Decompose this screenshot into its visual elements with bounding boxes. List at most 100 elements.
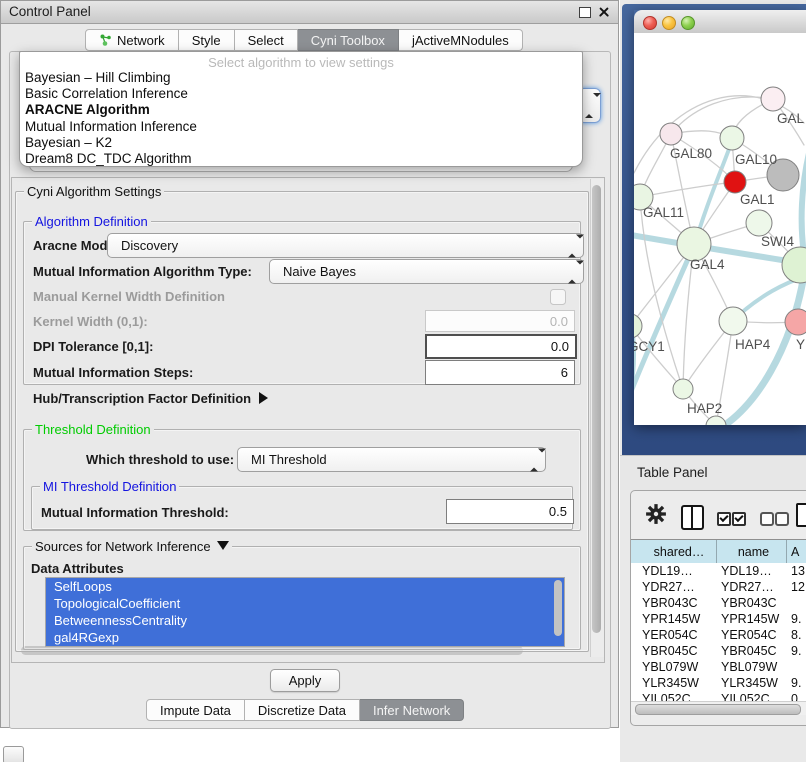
graph-node-gal10[interactable]: [720, 126, 744, 150]
table-cell: 9.: [787, 612, 806, 626]
control-panel-titlebar[interactable]: Control Panel: [1, 1, 618, 24]
table-row[interactable]: YPR145WYPR145W9.: [631, 611, 806, 627]
application-root: Control Panel Network Style SelectCyni Too…: [0, 0, 806, 762]
dropdown-prompt: Select algorithm to view settings: [20, 52, 582, 70]
header-cell-name[interactable]: name: [717, 540, 787, 564]
mi-threshold-field[interactable]: 0.5: [446, 499, 574, 524]
table-row[interactable]: YBR043CYBR043C: [631, 595, 806, 611]
graph-node-gal[interactable]: [761, 87, 785, 111]
dpi-tolerance-field[interactable]: 0.0: [425, 334, 577, 359]
table-panel-title: Table Panel: [637, 465, 708, 480]
mi-steps-value: 6: [561, 365, 568, 380]
graph-edge[interactable]: [640, 182, 735, 197]
network-window-titlebar[interactable]: [634, 10, 806, 34]
algorithm-option-mutual-information-inference[interactable]: Mutual Information Inference: [20, 119, 582, 135]
zoom-traffic-light-icon[interactable]: [681, 16, 695, 30]
split-table-icon[interactable]: [681, 505, 704, 530]
hub-definition-toggle[interactable]: Hub/Transcription Factor Definition: [33, 391, 268, 406]
algorithm-option-aracne-algorithm[interactable]: ARACNE Algorithm: [20, 102, 582, 118]
gear-icon[interactable]: [645, 503, 667, 530]
table-hscrollbar[interactable]: [631, 701, 806, 715]
table-row[interactable]: YIL052CYIL052C0.: [631, 691, 806, 701]
close-icon[interactable]: [598, 6, 610, 18]
graph-edge[interactable]: [802, 145, 806, 261]
table-row[interactable]: YBR045CYBR045C9.: [631, 643, 806, 659]
table-row[interactable]: YBL079WYBL079W: [631, 659, 806, 675]
attribute-item-betweennesscentrality[interactable]: BetweennessCentrality: [46, 612, 564, 629]
checked-boxes-icon[interactable]: [732, 512, 746, 526]
taskbar-mini-icon[interactable]: [3, 746, 24, 762]
header-cell-a[interactable]: A: [787, 540, 806, 564]
data-attributes-list[interactable]: SelfLoopsTopologicalCoefficientBetweenne…: [45, 577, 565, 647]
table-hscrollbar-thumb[interactable]: [635, 704, 801, 715]
graph-edge[interactable]: [634, 326, 683, 389]
table-cell: 13: [787, 564, 806, 578]
tab-style[interactable]: Style: [179, 29, 235, 51]
graph-node-gal80[interactable]: [660, 123, 682, 145]
graph-node-gal1[interactable]: [724, 171, 746, 193]
data-attributes-label: Data Attributes: [31, 561, 124, 576]
attribute-item-selfloops[interactable]: SelfLoops: [46, 578, 564, 595]
graph-node-hap4[interactable]: [719, 307, 747, 335]
graph-node-label: GAL10: [735, 152, 777, 167]
which-threshold-value: MI Threshold: [251, 452, 327, 467]
table-cell: 12: [787, 580, 806, 594]
chevron-right-icon: [259, 392, 268, 404]
table-cell: YBR045C: [631, 644, 717, 658]
tab-select[interactable]: Select: [235, 29, 298, 51]
manual-kernel-width-checkbox[interactable]: [550, 289, 566, 305]
header-cell-shared[interactable]: shared…: [631, 540, 717, 564]
tab-jactivemnodules[interactable]: jActiveMNodules: [399, 29, 523, 51]
checked-boxes-icon[interactable]: [717, 512, 731, 526]
graph-node[interactable]: [706, 416, 726, 425]
graph-node-gcy1[interactable]: [634, 314, 642, 338]
algorithm-option-basic-correlation-inference[interactable]: Basic Correlation Inference: [20, 86, 582, 102]
mi-threshold-value: 0.5: [549, 504, 567, 519]
minimize-traffic-light-icon[interactable]: [662, 16, 676, 30]
graph-edge[interactable]: [671, 97, 773, 134]
table-row[interactable]: YER054CYER054C8.: [631, 627, 806, 643]
network-canvas[interactable]: GAL80GALGAL10GAL1GAL11SWI4GAL4GCY1HAP4YH…: [634, 33, 806, 425]
network-window[interactable]: GAL80GALGAL10GAL1GAL11SWI4GAL4GCY1HAP4YH…: [634, 10, 806, 425]
attribute-item-gal4rgexp[interactable]: gal4RGexp: [46, 629, 564, 646]
table-row[interactable]: YDR27…YDR27…12: [631, 579, 806, 595]
chevron-down-icon: [217, 541, 229, 550]
apply-button[interactable]: Apply: [270, 669, 340, 692]
tab-network[interactable]: Network: [85, 29, 179, 51]
unchecked-boxes-icon[interactable]: [775, 512, 789, 526]
graph-node-label: HAP2: [687, 401, 722, 416]
table-cell: YER054C: [717, 628, 787, 642]
sources-title-text: Sources for Network Inference: [35, 539, 211, 554]
network-icon: [99, 33, 112, 47]
unchecked-boxes-icon[interactable]: [760, 512, 774, 526]
graph-node-gal4[interactable]: [677, 227, 711, 261]
table-row[interactable]: YLR345WYLR345W9.: [631, 675, 806, 691]
table-header[interactable]: shared…nameA: [631, 539, 806, 565]
algorithm-option-dream8-dc-tdc-algorithm[interactable]: Dream8 DC_TDC Algorithm: [20, 151, 582, 167]
mi-steps-field[interactable]: 6: [425, 360, 575, 385]
graph-node-label: GAL11: [643, 205, 684, 220]
algorithm-option-bayesian-k2[interactable]: Bayesian – K2: [20, 135, 582, 151]
table-row[interactable]: YDL19…YDL19…13: [631, 563, 806, 579]
kernel-width-field[interactable]: 0.0: [425, 310, 575, 332]
document-icon[interactable]: [796, 503, 806, 527]
list-scrollbar-thumb[interactable]: [554, 580, 562, 636]
attribute-item-topologicalcoefficient[interactable]: TopologicalCoefficient: [46, 595, 564, 612]
graph-node-hap2[interactable]: [673, 379, 693, 399]
sources-title[interactable]: Sources for Network Inference: [32, 539, 232, 554]
close-traffic-light-icon[interactable]: [643, 16, 657, 30]
aracne-mode-combo[interactable]: Discovery: [107, 233, 584, 258]
tab-cyni-toolbox[interactable]: Cyni Toolbox: [298, 29, 399, 51]
graph-node-y[interactable]: [785, 309, 806, 335]
float-window-icon[interactable]: [579, 7, 591, 18]
tab-discretize-data[interactable]: Discretize Data: [245, 699, 360, 721]
which-threshold-combo[interactable]: MI Threshold: [237, 447, 546, 472]
tab-infer-network[interactable]: Infer Network: [360, 699, 464, 721]
tab-impute-data[interactable]: Impute Data: [146, 699, 245, 721]
tab-label: Style: [192, 33, 221, 48]
graph-node-swi4[interactable]: [746, 210, 772, 236]
vertical-scrollbar-thumb[interactable]: [592, 185, 601, 633]
graph-node[interactable]: [782, 247, 806, 283]
algorithm-option-bayesian-hill-climbing[interactable]: Bayesian – Hill Climbing: [20, 70, 582, 86]
mi-type-combo[interactable]: Naive Bayes: [269, 259, 584, 284]
